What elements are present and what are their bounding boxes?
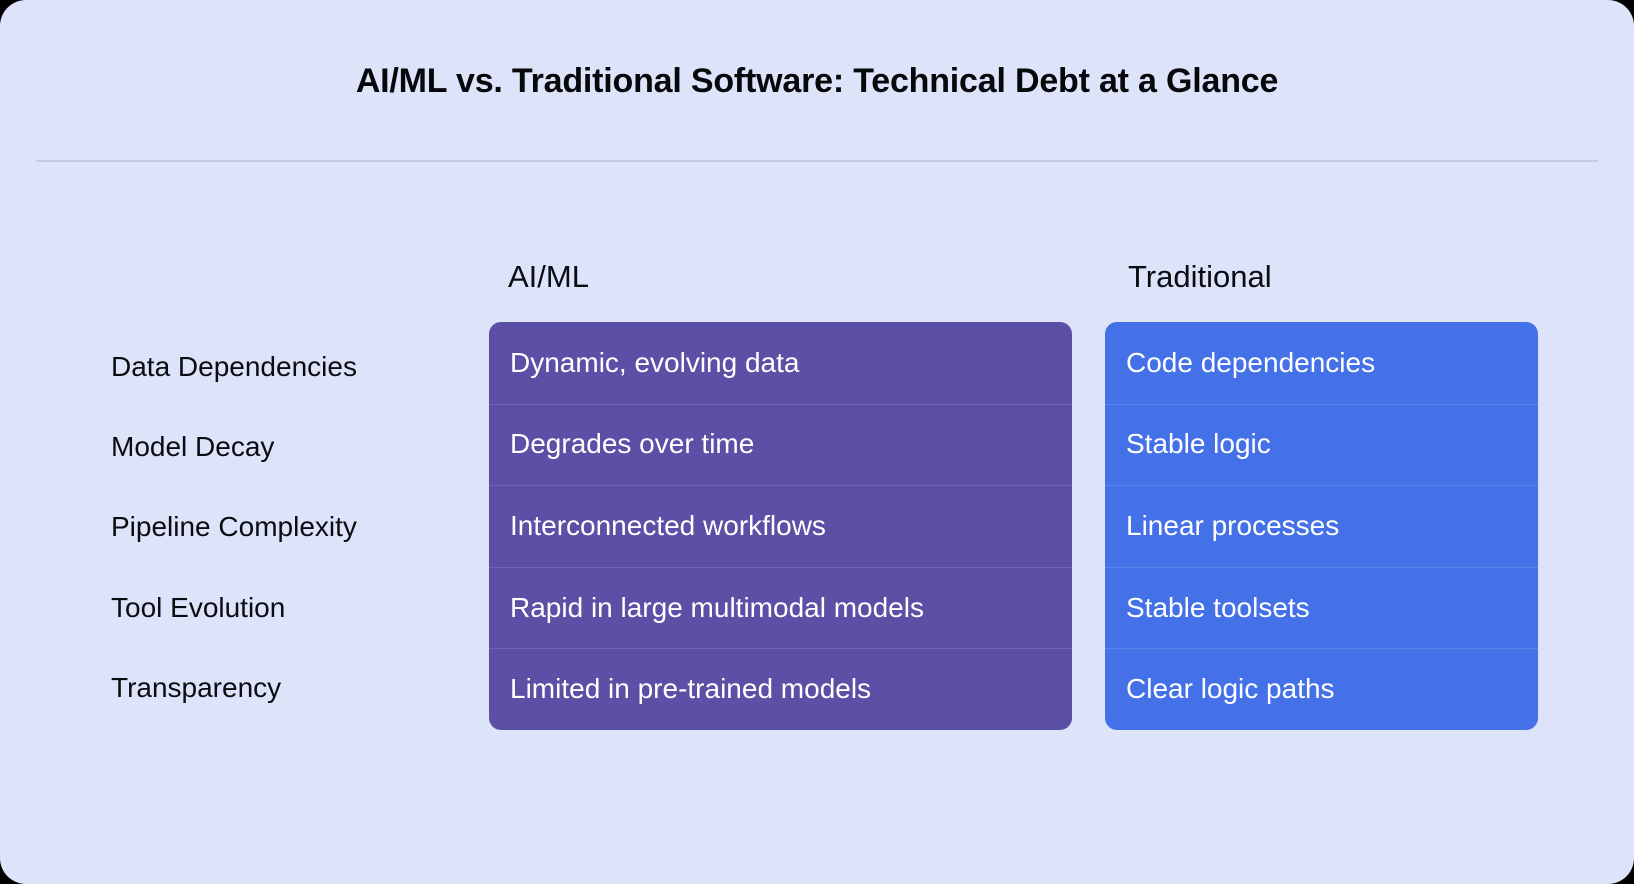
row-label-tool-evolution: Tool Evolution bbox=[111, 592, 286, 623]
cell-text: Limited in pre-trained models bbox=[510, 673, 872, 705]
table-cell: Rapid in large multimodal models bbox=[489, 566, 1072, 649]
table-cell: Stable logic bbox=[1105, 403, 1538, 486]
cell-text: Interconnected workflows bbox=[510, 509, 826, 541]
table-cell: Stable toolsets bbox=[1105, 566, 1538, 649]
cell-text: Stable toolsets bbox=[1126, 591, 1310, 623]
table-cell: Degrades over time bbox=[489, 403, 1072, 486]
table-cell: Dynamic, evolving data bbox=[489, 322, 1072, 404]
row-label-pipeline-complexity: Pipeline Complexity bbox=[111, 511, 357, 542]
cell-text: Linear processes bbox=[1126, 509, 1340, 541]
cell-text: Clear logic paths bbox=[1126, 673, 1335, 705]
comparison-matrix: AI/ML Traditional Data Dependencies Mode… bbox=[0, 0, 1634, 884]
row-label-data-dependencies: Data Dependencies bbox=[111, 351, 357, 382]
table-cell: Clear logic paths bbox=[1105, 648, 1538, 730]
column-panel-ai-ml: Dynamic, evolving data Degrades over tim… bbox=[489, 322, 1072, 730]
table-cell: Interconnected workflows bbox=[489, 485, 1072, 567]
row-label-model-decay: Model Decay bbox=[111, 431, 275, 462]
table-cell: Limited in pre-trained models bbox=[489, 648, 1072, 730]
cell-text: Stable logic bbox=[1126, 428, 1271, 460]
comparison-card: AI/ML vs. Traditional Software: Technica… bbox=[0, 0, 1634, 884]
cell-text: Dynamic, evolving data bbox=[510, 346, 800, 378]
column-header-traditional: Traditional bbox=[1128, 259, 1272, 294]
column-panel-traditional: Code dependencies Stable logic Linear pr… bbox=[1105, 322, 1538, 730]
column-header-ai-ml: AI/ML bbox=[508, 259, 589, 294]
cell-text: Rapid in large multimodal models bbox=[510, 591, 924, 623]
row-label-transparency: Transparency bbox=[111, 672, 282, 703]
cell-text: Code dependencies bbox=[1126, 346, 1376, 378]
table-cell: Code dependencies bbox=[1105, 322, 1538, 404]
table-cell: Linear processes bbox=[1105, 485, 1538, 567]
cell-text: Degrades over time bbox=[510, 428, 755, 460]
